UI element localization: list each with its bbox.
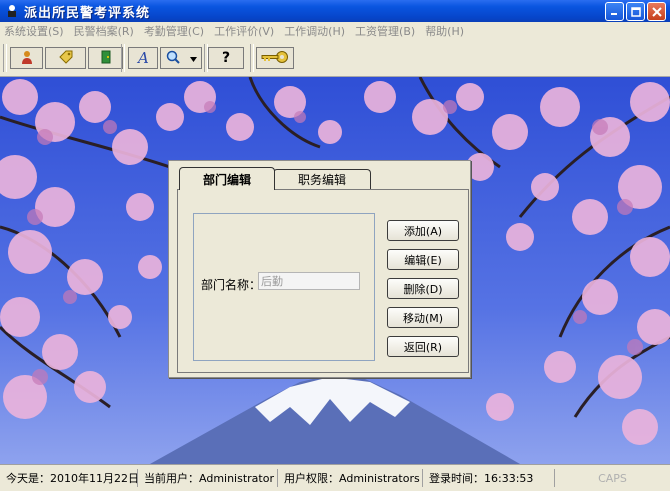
tag-icon [58,49,74,68]
menu-help[interactable]: 帮助(H) [421,23,468,39]
return-button[interactable]: 返回(R) [387,336,459,357]
menu-salary[interactable]: 工资管理(B) [351,23,419,39]
menu-system-settings[interactable]: 系统设置(S) [0,23,68,39]
move-button[interactable]: 移动(M) [387,307,459,328]
menu-work-evaluation[interactable]: 工作评价(V) [210,23,278,39]
department-name-input[interactable] [258,272,360,290]
key-icon [260,50,290,67]
close-button[interactable] [647,2,666,21]
minimize-button[interactable] [605,2,624,21]
department-dialog: 部门编辑 职务编辑 部门名称： 添加(A) 编辑(E) 删除(D) 移动(M) … [168,160,471,378]
department-groupbox: 部门名称： [193,213,375,361]
toolbar-tag-button[interactable] [45,47,86,69]
font-icon: A [135,49,151,68]
toolbar-separator [121,44,125,72]
user-icon [19,49,35,68]
toolbar-separator [250,44,254,72]
app-icon [4,3,20,19]
toolbar-font-button[interactable]: A [128,47,158,69]
svg-text:A: A [136,49,149,65]
menu-attendance[interactable]: 考勤管理(C) [140,23,208,39]
maximize-button[interactable] [626,2,645,21]
status-date: 今天是：2010年11月22日 [0,469,138,487]
toolbar-search-button[interactable] [160,47,202,69]
status-current-user: 当前用户：Administrator [138,469,278,487]
toolbar-exit-button[interactable] [88,47,123,69]
menu-bar: 系统设置(S) 民警档案(R) 考勤管理(C) 工作评价(V) 工作调动(H) … [0,22,670,40]
status-login-time: 登录时间：16:33:53 [423,469,555,487]
department-name-label: 部门名称： [201,278,262,292]
status-caps-indicator: CAPS [598,471,627,485]
title-bar[interactable]: 派出所民警考评系统 [0,0,670,22]
toolbar-key-button[interactable] [256,47,294,69]
tab-position-edit[interactable]: 职务编辑 [273,169,371,189]
search-icon [165,49,181,68]
exit-door-icon [98,49,114,68]
toolbar-user-button[interactable] [10,47,43,69]
add-button[interactable]: 添加(A) [387,220,459,241]
help-icon: ? [221,50,231,66]
tab-department-edit[interactable]: 部门编辑 [179,167,275,190]
toolbar: A ? [0,40,670,77]
window-title: 派出所民警考评系统 [24,5,151,21]
tab-panel: 部门名称： 添加(A) 编辑(E) 删除(D) 移动(M) 返回(R) [177,189,469,373]
status-bar: 今天是：2010年11月22日 当前用户：Administrator 用户权限：… [0,464,670,491]
toolbar-grip [3,44,7,72]
toolbar-help-button[interactable]: ? [208,47,244,69]
edit-button[interactable]: 编辑(E) [387,249,459,270]
status-user-role: 用户权限：Administrators [278,469,423,487]
menu-work-transfer[interactable]: 工作调动(H) [280,23,349,39]
menu-police-records[interactable]: 民警档案(R) [70,23,138,39]
dropdown-arrow-icon[interactable] [189,51,197,65]
delete-button[interactable]: 删除(D) [387,278,459,299]
